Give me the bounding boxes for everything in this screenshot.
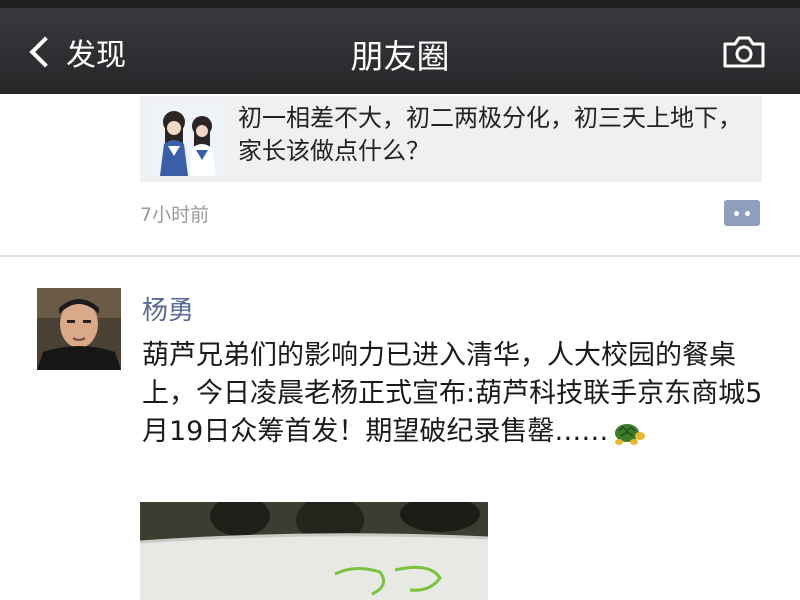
avatar[interactable]	[37, 288, 121, 370]
comment-dot	[745, 211, 750, 216]
turtle-emoji-icon	[615, 423, 646, 445]
camera-icon[interactable]	[722, 36, 766, 68]
top-nav-bar: 发现 朋友圈	[0, 0, 800, 94]
post-timestamp: 7小时前	[140, 204, 210, 226]
post-photo[interactable]	[140, 502, 488, 600]
post-body-text: 葫芦兄弟们的影响力已进入清华，人大校园的餐桌上，今日凌晨老杨正式宣布:葫芦科技联…	[142, 340, 763, 447]
article-title: 初一相差不大，初二两极分化，初三天上地下，家长该做点什么？	[238, 104, 742, 165]
page-title: 朋友圈	[350, 37, 450, 76]
post-divider	[0, 255, 800, 257]
status-bar	[0, 0, 800, 8]
shared-article-card[interactable]: 初一相差不大，初二两极分化，初三天上地下，家长该做点什么？	[140, 96, 762, 182]
post-author-name[interactable]: 杨勇	[142, 290, 194, 327]
post-body: 葫芦兄弟们的影响力已进入清华，人大校园的餐桌上，今日凌晨老杨正式宣布:葫芦科技联…	[142, 337, 772, 451]
article-thumbnail	[150, 102, 226, 176]
comment-dot	[734, 211, 739, 216]
comment-icon[interactable]	[724, 200, 760, 226]
